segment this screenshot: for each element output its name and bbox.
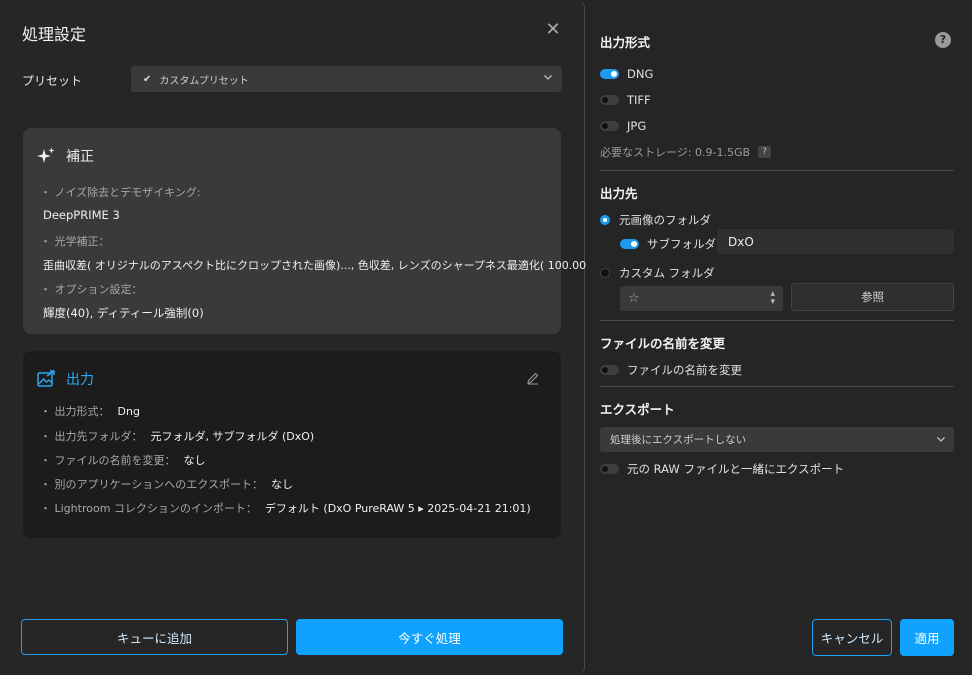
cancel-button[interactable]: キャンセル: [812, 619, 892, 656]
custom-folder-radio[interactable]: [600, 268, 610, 278]
options-label: ・ オプション設定：: [40, 283, 143, 296]
browse-button[interactable]: 参照: [791, 283, 954, 311]
format-option-tiff: TIFF: [600, 93, 651, 107]
noise-value: DeepPRIME 3: [43, 208, 120, 222]
close-icon[interactable]: ✕: [545, 21, 561, 39]
divider: [600, 320, 954, 321]
output-row: ・ ファイルの名前を変更： なし: [40, 454, 206, 467]
optics-label: ・ 光学補正：: [40, 235, 110, 248]
rename-label: ファイルの名前を変更: [627, 363, 742, 377]
noise-label: ・ ノイズ除去とデモザイキング:: [40, 186, 201, 199]
export-title: エクスポート: [600, 402, 675, 417]
rename-toggle[interactable]: [600, 365, 619, 375]
subfolder-label: サブフォルダ: [647, 237, 716, 251]
custom-folder-option[interactable]: カスタム フォルダ: [600, 265, 715, 281]
export-image-icon: [37, 370, 55, 387]
export-select[interactable]: 処理後にエクスポートしない: [600, 427, 954, 452]
tiff-toggle[interactable]: [600, 95, 619, 105]
output-header: 出力: [36, 369, 94, 389]
updown-icon: ▴ ▾: [770, 289, 775, 307]
storage-help-icon[interactable]: ?: [758, 146, 772, 158]
help-icon[interactable]: ?: [935, 32, 951, 48]
process-now-button[interactable]: 今すぐ処理: [296, 619, 563, 655]
output-title: 出力: [66, 372, 94, 388]
check-icon: ✔: [143, 73, 152, 85]
output-row: ・ 出力先フォルダ： 元フォルダ, サブフォルダ (DxO): [40, 430, 315, 443]
tiff-label: TIFF: [627, 93, 651, 107]
custom-folder-label: カスタム フォルダ: [619, 266, 715, 280]
export-select-value: 処理後にエクスポートしない: [610, 434, 747, 446]
preset-value: カスタムプリセット: [159, 75, 249, 87]
jpg-label: JPG: [627, 119, 647, 133]
dng-toggle[interactable]: [600, 69, 619, 79]
correction-title: 補正: [66, 149, 94, 165]
rename-title: ファイルの名前を変更: [600, 336, 726, 351]
export-raw-option: 元の RAW ファイルと一緒にエクスポート: [600, 461, 844, 477]
subfolder-option: サブフォルダ: [620, 236, 716, 252]
subfolder-toggle[interactable]: [620, 239, 639, 249]
dng-label: DNG: [627, 67, 654, 81]
custom-folder-select[interactable]: ☆ ▴ ▾: [620, 286, 783, 311]
preset-dropdown[interactable]: ✔ カスタムプリセット: [131, 66, 562, 92]
add-to-queue-button[interactable]: キューに追加: [21, 619, 288, 655]
chevron-down-icon: [937, 437, 945, 442]
sparkles-icon: [37, 147, 55, 163]
dialog-title: 処理設定: [22, 25, 87, 44]
processing-settings-panel: 処理設定 ✕ プリセット ✔ カスタムプリセット 補正 ・ ノイズ除去とデモザイ…: [0, 0, 590, 675]
divider: [600, 170, 954, 171]
rename-option: ファイルの名前を変更: [600, 362, 742, 378]
pencil-icon[interactable]: [526, 371, 540, 385]
output-row: ・ 別のアプリケーションへのエクスポート： なし: [40, 478, 293, 491]
format-option-dng: DNG: [600, 67, 653, 81]
divider: [600, 386, 954, 387]
storage-info: 必要なストレージ: 0.9-1.5GB ?: [600, 144, 772, 160]
optics-value: 歪曲収差( オリジナルのアスペクト比にクロップされた画像)..., 色収差, レ…: [43, 259, 591, 272]
correction-header: 補正: [36, 146, 94, 166]
apply-button[interactable]: 適用: [900, 619, 954, 656]
chevron-down-icon: [544, 75, 552, 80]
export-raw-label: 元の RAW ファイルと一緒にエクスポート: [627, 462, 845, 476]
output-row: ・ 出力形式： Dng: [40, 405, 140, 418]
star-icon: ☆: [628, 291, 640, 306]
original-folder-label: 元画像のフォルダ: [619, 213, 711, 227]
original-folder-option[interactable]: 元画像のフォルダ: [600, 212, 711, 228]
options-value: 輝度(40), ディティール強制(0): [43, 306, 204, 320]
format-title: 出力形式: [600, 35, 651, 50]
preset-label: プリセット: [22, 74, 83, 88]
output-card: 出力 ・ 出力形式： Dng ・ 出力先フォルダ： 元フォルダ, サブフォルダ (D…: [23, 351, 561, 538]
destination-title: 出力先: [600, 186, 638, 201]
correction-card: 補正 ・ ノイズ除去とデモザイキング: DeepPRIME 3 ・ 光学補正： …: [23, 128, 590, 334]
subfolder-name-input[interactable]: DxO: [717, 229, 954, 254]
original-folder-radio[interactable]: [600, 215, 610, 225]
jpg-toggle[interactable]: [600, 121, 619, 131]
output-settings-panel: 出力形式 ? DNG TIFF JPG 必要なストレージ: 0.9-1.5GB …: [586, 0, 972, 675]
output-row: ・ Lightroom コレクションのインポート： デフォルト (DxO Pure…: [40, 502, 531, 515]
export-raw-toggle[interactable]: [600, 464, 619, 474]
storage-text: 必要なストレージ: 0.9-1.5GB: [600, 146, 751, 159]
format-option-jpg: JPG: [600, 119, 646, 133]
